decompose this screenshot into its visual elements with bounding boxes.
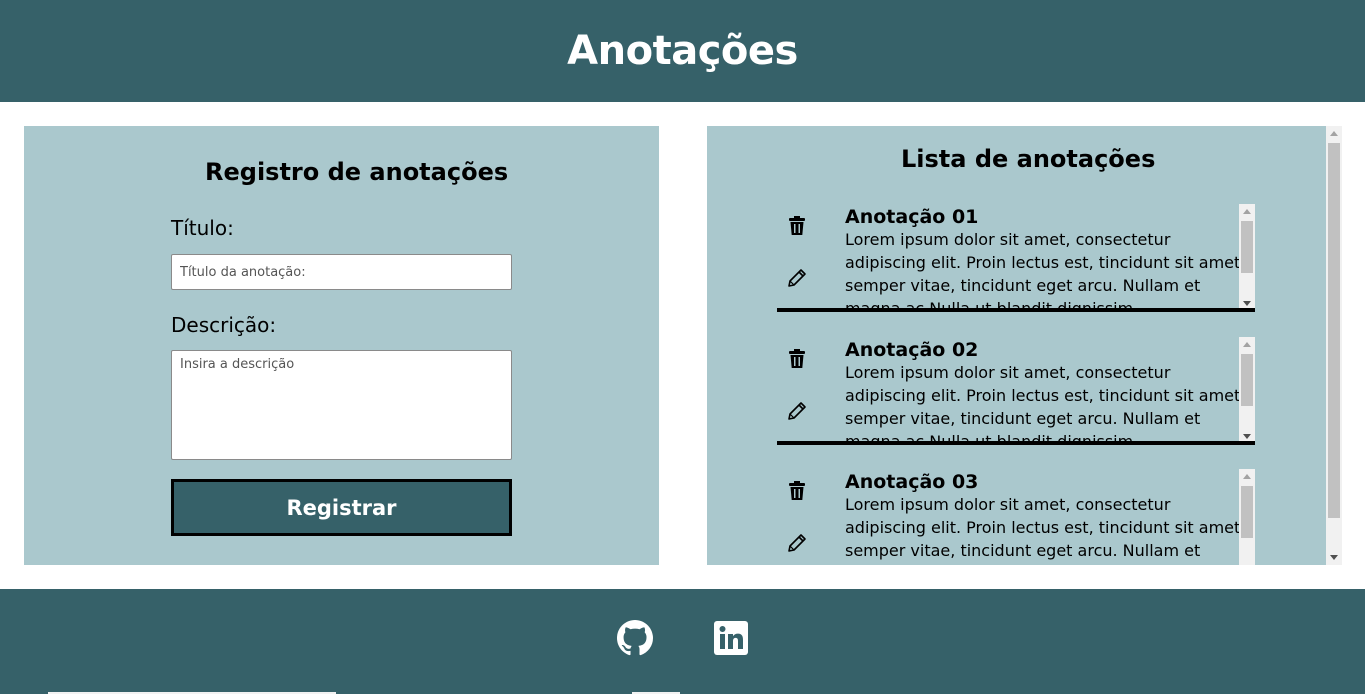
note-scrollbar[interactable]	[1239, 469, 1255, 565]
note-divider	[777, 441, 1255, 445]
pencil-icon[interactable]	[785, 531, 809, 555]
trash-icon[interactable]	[785, 479, 809, 503]
page-footer	[0, 589, 1365, 694]
page-header: Anotações	[0, 0, 1365, 102]
trash-icon[interactable]	[785, 347, 809, 371]
note-divider	[777, 308, 1255, 312]
pencil-icon[interactable]	[785, 266, 809, 290]
note-title: Anotação 03	[845, 471, 979, 493]
form-heading: Registro de anotações	[205, 158, 509, 186]
note-title: Anotação 02	[845, 339, 979, 361]
title-label: Título:	[171, 216, 234, 240]
note-item: Anotação 02 Lorem ipsum dolor sit amet, …	[777, 337, 1255, 445]
list-heading: Lista de anotações	[901, 145, 1156, 173]
description-textarea[interactable]	[171, 350, 512, 460]
github-icon	[617, 620, 653, 656]
note-scrollbar[interactable]	[1239, 204, 1255, 311]
pencil-icon[interactable]	[785, 399, 809, 423]
note-list-panel: Lista de anotações Anotação 01 Lorem ips…	[707, 126, 1326, 565]
title-input[interactable]	[171, 254, 512, 290]
note-form-panel: Registro de anotações Título: Descrição:…	[24, 126, 659, 565]
note-item: Anotação 01 Lorem ipsum dolor sit amet, …	[777, 204, 1255, 312]
linkedin-link[interactable]	[713, 620, 749, 656]
description-label: Descrição:	[171, 313, 277, 337]
register-button[interactable]: Registrar	[171, 479, 512, 536]
github-link[interactable]	[617, 620, 653, 656]
note-description: Lorem ipsum dolor sit amet, consectetur …	[845, 230, 1241, 308]
note-item: Anotação 03 Lorem ipsum dolor sit amet, …	[777, 469, 1255, 565]
page-title: Anotações	[567, 28, 798, 74]
list-scrollbar[interactable]	[1326, 126, 1342, 565]
note-description: Lorem ipsum dolor sit amet, consectetur …	[845, 495, 1241, 565]
note-scrollbar[interactable]	[1239, 337, 1255, 444]
note-title: Anotação 01	[845, 206, 979, 228]
linkedin-icon	[714, 621, 748, 655]
trash-icon[interactable]	[785, 214, 809, 238]
note-description: Lorem ipsum dolor sit amet, consectetur …	[845, 363, 1241, 441]
